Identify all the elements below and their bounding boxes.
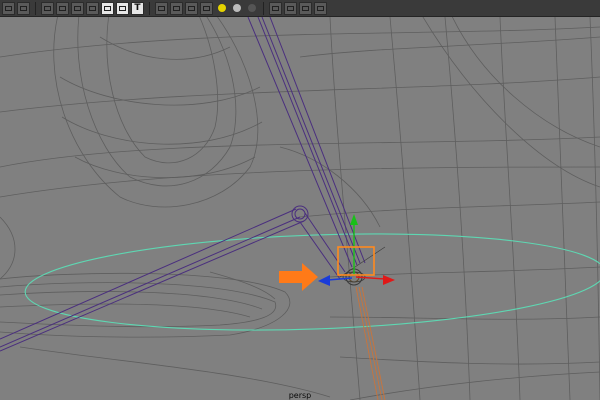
share-icon[interactable] — [314, 1, 327, 15]
wireframe-on-shaded-icon[interactable] — [71, 1, 84, 15]
camera-icon[interactable] — [17, 1, 30, 15]
axis-z-arrow — [318, 275, 330, 286]
wireframe-cube-icon[interactable] — [155, 1, 168, 15]
camera-attributes-icon[interactable] — [2, 1, 15, 15]
toolbar-separator — [35, 1, 36, 15]
texture-text-icon[interactable]: T — [131, 1, 144, 15]
highlight-box — [337, 246, 375, 276]
use-all-lights-icon[interactable] — [116, 1, 129, 15]
viewport-toolbar: T — [0, 0, 600, 17]
resolution-gate-icon[interactable] — [284, 1, 297, 15]
xray-icon[interactable] — [86, 1, 99, 15]
grid-toggle-icon[interactable] — [41, 1, 54, 15]
camera-name-label: persp — [288, 391, 312, 400]
axis-z-line — [327, 277, 353, 281]
smooth-shade-icon[interactable] — [101, 1, 114, 15]
toolbar-separator — [263, 1, 264, 15]
toolbar-separator — [149, 1, 150, 15]
shadow-light-icon[interactable] — [245, 2, 258, 15]
yellow-light-icon[interactable] — [215, 2, 228, 15]
shaded-cube-icon[interactable] — [170, 1, 183, 15]
scene-canvas[interactable] — [0, 17, 600, 400]
selected-joint[interactable] — [339, 246, 386, 286]
bounding-box-icon[interactable] — [185, 1, 198, 15]
callout-arrow-icon — [279, 263, 318, 291]
film-gate-icon[interactable] — [299, 1, 312, 15]
axis-y-arrow — [350, 214, 358, 225]
checker-icon[interactable] — [200, 1, 213, 15]
axis-x-arrow — [383, 275, 395, 285]
default-light-icon[interactable] — [230, 2, 243, 15]
isolate-select-icon[interactable] — [56, 1, 69, 15]
viewport-perspective[interactable]: persp — [0, 17, 600, 400]
axis-x-line — [355, 276, 386, 280]
dangling-chain — [355, 286, 386, 400]
xray-joints-icon[interactable] — [269, 1, 282, 15]
